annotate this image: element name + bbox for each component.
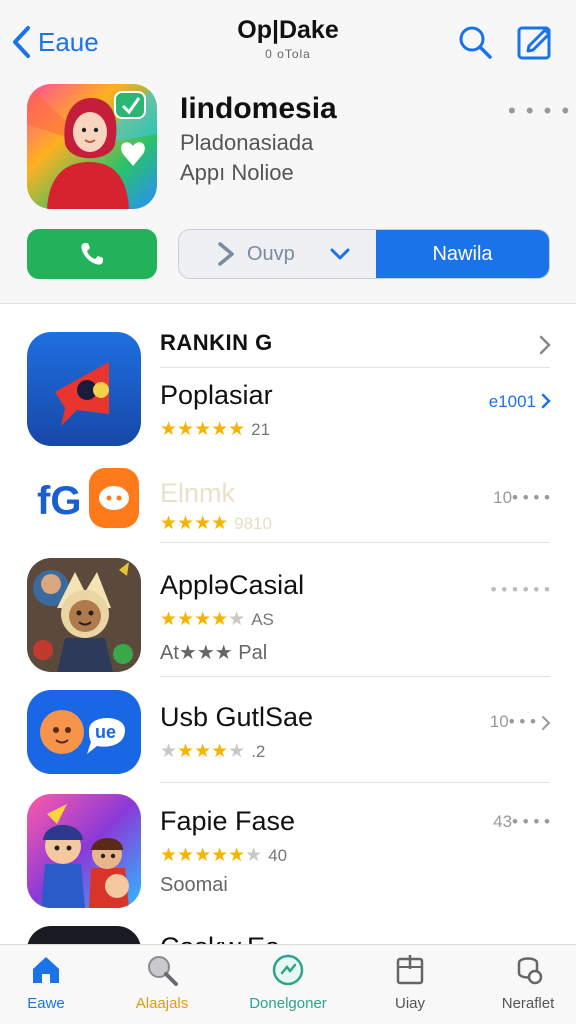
page-subtitle: 0 oTola (265, 47, 311, 61)
featured-app-developer: Appı Nolioe (180, 160, 294, 185)
tab-apps[interactable]: Alaajals (104, 953, 220, 1012)
tab-games-label: Donelgoner (249, 995, 327, 1012)
app-icon-5 (27, 794, 141, 908)
featured-app-subtitle: Pladonasiada (180, 130, 314, 155)
app-name-5: Fapie Fase (160, 806, 296, 836)
search-button[interactable] (455, 22, 495, 62)
rating-count-2: 9810 (234, 514, 272, 533)
app-icon-2: fG (27, 462, 141, 534)
tab-home[interactable]: Eawe (0, 953, 104, 1012)
ranking-row-5[interactable]: Fapie Fase ★★★★★★ 40 Soomai 43• • • • (0, 794, 576, 910)
tab-library[interactable]: Uiay (352, 953, 468, 1012)
chevron-right-icon (542, 716, 551, 730)
rating-count-4: .2 (251, 742, 266, 761)
search-icon (459, 26, 492, 59)
page-title: Op|Dake (237, 16, 339, 44)
app-right-meta-1: e1001 (488, 392, 536, 411)
compose-button[interactable] (515, 22, 555, 62)
app-name-4: Usb GutlSae (160, 702, 314, 732)
ranking-row-2[interactable]: fG Elnmk ★★★★ 9810 10• • • • (0, 462, 576, 542)
ranking-row-1[interactable]: Poplasiar ★★★★★ 21 e1001 (0, 332, 576, 450)
library-icon (396, 955, 424, 985)
star-rating-2: ★★★★ 9810 (160, 513, 272, 534)
top-navigation-bar: Eaue Op|Dake 0 oTola (0, 0, 576, 78)
app-name-3: AppləCasial (160, 570, 305, 600)
app-name-6: Caskw.Ea (160, 932, 280, 944)
back-button[interactable]: Eaue (10, 22, 99, 62)
segment-right-button[interactable]: Nawila (376, 230, 549, 278)
app-icon-4: ue (27, 690, 141, 774)
profile-icon (517, 957, 543, 985)
app-icon-6 (27, 926, 141, 944)
featured-app-icon[interactable] (27, 84, 157, 209)
more-options-button[interactable]: • • • • (508, 98, 571, 124)
back-label: Eaue (38, 26, 99, 57)
app-icon-3 (27, 558, 141, 672)
arrow-right-icon (218, 242, 234, 266)
tab-apps-label: Alaajals (135, 995, 189, 1012)
action-segmented-control: Ouvp Nawila (178, 229, 550, 279)
bottom-tab-bar: Eawe Alaajals Donelgoner Uiay Neraflet (0, 944, 576, 1024)
star-rating-3: ★★★★★ AS (160, 609, 274, 630)
app-right-meta-2: 10• • • • (493, 488, 550, 507)
chevron-down-icon (330, 248, 350, 260)
divider (160, 542, 550, 543)
app-right-meta-4: 10• • • (489, 712, 536, 731)
rating-count-1: 21 (251, 420, 271, 439)
chat-bubble-app-icon (27, 332, 141, 446)
featured-app-card: Iindomesia Pladonasiada Appı Nolioe • • … (0, 78, 576, 304)
tab-library-label: Uiay (394, 995, 425, 1012)
divider (160, 782, 550, 783)
chevron-right-icon (541, 393, 551, 409)
chevron-left-icon (13, 26, 30, 58)
fg-chat-app-icon: fG (37, 468, 139, 528)
app-meta-3: At★★★ Pal (160, 642, 268, 664)
hijab-girl-app-icon (27, 84, 157, 209)
star-rating-4: ★★★★★ .2 (160, 741, 266, 762)
header-title-group: Op|Dake 0 oTola (188, 16, 388, 61)
tab-profile[interactable]: Neraflet (470, 953, 576, 1012)
rating-count-5: 40 (268, 846, 288, 865)
app-name-2: Elnmk (160, 478, 236, 508)
svg-text:fG: fG (37, 479, 81, 523)
messenger-app-icon: ue (27, 690, 141, 774)
tab-games[interactable]: Donelgoner (228, 953, 348, 1012)
ranking-row-4[interactable]: ue Usb GutlSae ★★★★★ .2 10• • • (0, 690, 576, 776)
app-icon-1 (27, 332, 141, 446)
apps-icon (148, 956, 178, 986)
phone-icon (81, 243, 103, 265)
segment-left-button[interactable]: Ouvp (179, 230, 376, 278)
featured-app-name: Iindomesia (180, 92, 337, 125)
divider (160, 676, 550, 677)
ranking-row-3[interactable]: AppləCasial ★★★★★ AS At★★★ Pal • • • • • … (0, 558, 576, 676)
compose-icon (517, 26, 551, 60)
call-button[interactable] (27, 229, 157, 279)
tab-home-label: Eawe (27, 995, 65, 1012)
home-icon (33, 957, 59, 983)
star-rating-5: ★★★★★★ 40 (160, 845, 288, 866)
ranking-row-6[interactable]: Caskw.Ea (0, 922, 576, 944)
games-icon (272, 954, 304, 986)
app-right-meta-3: • • • • • • (490, 580, 550, 599)
app-meta-5: Soomai (160, 874, 228, 896)
cartoon-characters-app-icon (27, 558, 141, 672)
app-right-meta-5: 43• • • • (493, 812, 550, 831)
star-rating-1: ★★★★★ 21 (160, 419, 271, 440)
svg-text:ue: ue (95, 722, 116, 742)
rating-count-3: AS (251, 610, 274, 629)
segment-right-label: Nawila (432, 242, 493, 265)
app-name-1: Poplasiar (160, 380, 273, 410)
tab-profile-label: Neraflet (501, 995, 555, 1012)
cartoon-kids-app-icon (27, 794, 141, 908)
segment-left-label: Ouvp (247, 242, 295, 265)
